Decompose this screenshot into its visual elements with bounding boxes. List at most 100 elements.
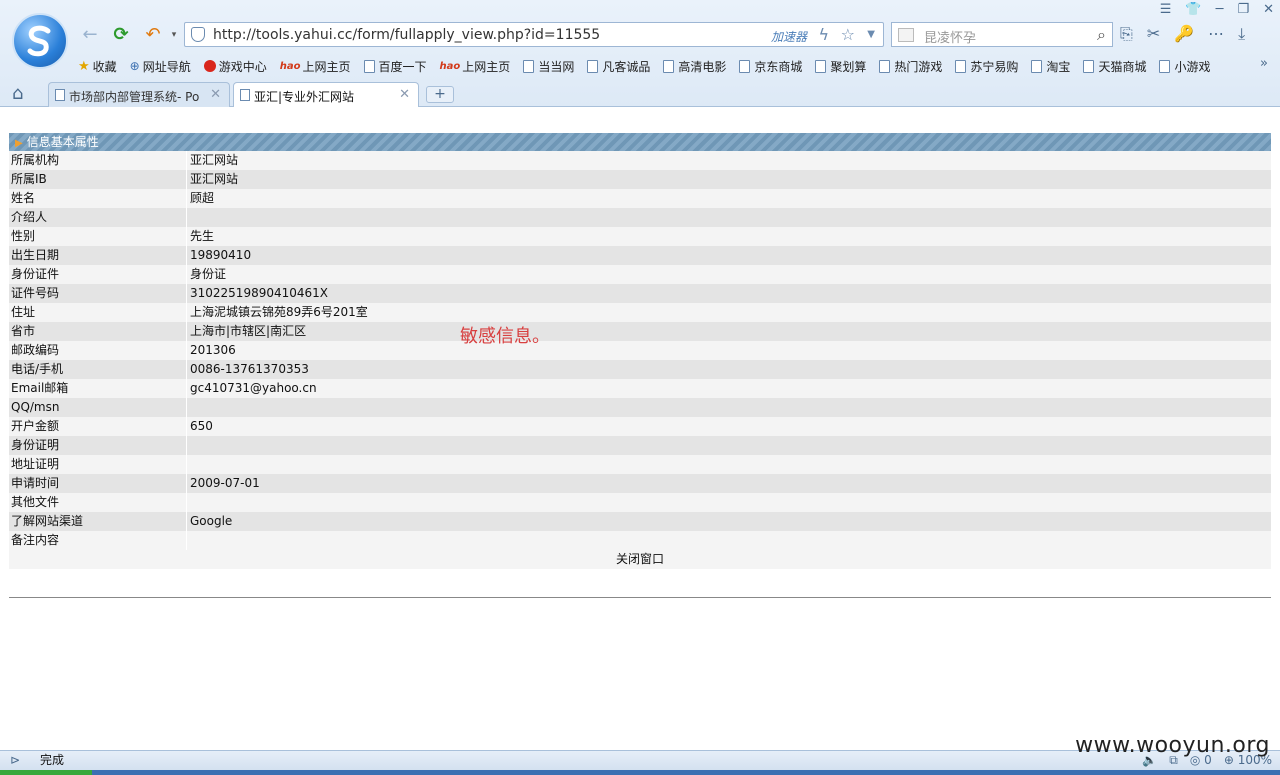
page-icon: [523, 59, 535, 73]
address-bar[interactable]: http://tools.yahui.cc/form/fullapply_vie…: [184, 22, 884, 47]
favorite-item[interactable]: 凡客诚品: [587, 56, 650, 76]
tab-yahui[interactable]: 亚汇|专业外汇网站 ✕: [233, 82, 419, 107]
url-text[interactable]: http://tools.yahui.cc/form/fullapply_vie…: [213, 27, 600, 43]
close-tab-icon[interactable]: ✕: [210, 87, 221, 102]
tab-management-system[interactable]: 市场部内部管理系统- Po ✕: [48, 82, 230, 107]
start-button[interactable]: [0, 770, 92, 775]
page-icon: [240, 89, 250, 101]
field-value: [186, 493, 1271, 512]
info-row: 申请时间 2009-07-01: [9, 474, 1271, 493]
favorite-item[interactable]: 当当网: [523, 56, 574, 76]
favorite-item[interactable]: 天猫商城: [1083, 56, 1146, 76]
favorite-label: 聚划算: [830, 59, 867, 74]
info-row: 所属机构 亚汇网站: [9, 151, 1271, 170]
info-row: 姓名 顾超: [9, 189, 1271, 208]
accelerator-label[interactable]: 加速器: [771, 28, 807, 45]
page-icon: [363, 59, 375, 73]
favorites-bar: ★ 收藏 ⊕ 网址导航 游戏中心 hao 上网主页 百度一下 hao 上网主页 当当网 凡客诚品 高清电…: [78, 56, 1223, 76]
field-label: 出生日期: [11, 248, 60, 262]
favorite-label: 热门游戏: [894, 59, 943, 74]
field-label: 电话/手机: [11, 362, 64, 376]
favorite-item[interactable]: 京东商城: [739, 56, 802, 76]
page-icon: [55, 89, 65, 101]
favorite-label: 网址导航: [142, 59, 191, 74]
game-icon: [203, 60, 216, 72]
search-engine-icon[interactable]: [898, 28, 914, 42]
field-label: 开户金额: [11, 419, 60, 433]
favorite-star-icon[interactable]: ☆: [841, 25, 855, 44]
favorite-item[interactable]: 淘宝: [1031, 56, 1070, 76]
field-label: 所属IB: [11, 172, 47, 186]
field-value: 亚汇网站: [186, 151, 1271, 170]
search-icon[interactable]: ⌕: [1097, 25, 1106, 45]
favorite-item[interactable]: 聚划算: [815, 56, 866, 76]
favorite-item[interactable]: hao 上网主页: [440, 56, 511, 76]
watermark: www.wooyun.org: [1075, 733, 1270, 758]
info-row: 所属IB 亚汇网站: [9, 170, 1271, 189]
favorite-item[interactable]: ★ 收藏: [78, 56, 117, 76]
new-tab-button[interactable]: +: [426, 86, 454, 103]
favorite-item[interactable]: 小游戏: [1159, 56, 1210, 76]
key-icon[interactable]: 🔑: [1174, 24, 1194, 44]
browser-chrome: ☰ 👕 ─ ❐ ✕ ← ⟳ ↶ ▾ http://tools.yahui.cc/…: [0, 0, 1280, 107]
field-label: 申请时间: [11, 476, 60, 490]
favorite-item[interactable]: ⊕ 网址导航: [130, 56, 191, 76]
star-icon: ★: [78, 58, 90, 74]
favorite-item[interactable]: 游戏中心: [203, 56, 267, 76]
field-label: 省市: [11, 324, 36, 338]
download-icon[interactable]: ⤓: [1238, 24, 1245, 44]
info-row: 身份证明: [9, 436, 1271, 455]
menu-icon[interactable]: ☰: [1160, 2, 1172, 17]
sidebar-icon[interactable]: ⎘: [1120, 24, 1133, 44]
close-tab-icon[interactable]: ✕: [399, 87, 410, 102]
lightning-icon[interactable]: ϟ: [818, 25, 829, 44]
panel-title: 信息基本属性: [26, 135, 99, 149]
info-row: 身份证件 身份证: [9, 265, 1271, 284]
status-text: 完成: [40, 753, 65, 767]
address-dropdown-icon[interactable]: ▼: [867, 29, 875, 40]
favorite-item[interactable]: 热门游戏: [879, 56, 942, 76]
restore-icon[interactable]: ❐: [1237, 2, 1249, 17]
field-label: 住址: [11, 305, 36, 319]
search-input[interactable]: 昆凌怀孕: [924, 27, 976, 46]
triangle-icon: ▶: [15, 138, 23, 149]
undo-dropdown-icon[interactable]: ▾: [163, 24, 185, 46]
refresh-icon[interactable]: ⟳: [110, 24, 132, 46]
field-value: 0086-13761370353: [186, 360, 1271, 379]
scissors-icon[interactable]: ✂: [1147, 24, 1160, 44]
field-value: 650: [186, 417, 1271, 436]
back-icon[interactable]: ←: [79, 24, 101, 46]
field-label: 身份证明: [11, 438, 60, 452]
minimize-icon[interactable]: ─: [1216, 2, 1224, 17]
security-shield-icon: [191, 27, 205, 42]
info-row: 介绍人: [9, 208, 1271, 227]
search-box[interactable]: 昆凌怀孕 ⌕: [891, 22, 1113, 47]
favorites-more-icon[interactable]: »: [1260, 56, 1268, 71]
browser-logo-icon[interactable]: [12, 13, 68, 69]
close-window-icon[interactable]: ✕: [1263, 2, 1274, 17]
undo-icon[interactable]: ↶: [142, 24, 164, 46]
close-window-link[interactable]: 关闭窗口: [616, 552, 664, 566]
field-label: 介绍人: [11, 210, 48, 224]
status-toggle-icon[interactable]: ⊳: [10, 751, 20, 770]
page-icon: [879, 59, 891, 73]
page-icon: [1083, 59, 1095, 73]
field-label: 性别: [11, 229, 36, 243]
favorite-label: 当当网: [538, 59, 575, 74]
field-value: 身份证: [186, 265, 1271, 284]
favorite-item[interactable]: hao 上网主页: [280, 56, 351, 76]
favorite-item[interactable]: 百度一下: [363, 56, 427, 76]
info-row: QQ/msn: [9, 398, 1271, 417]
favorite-item[interactable]: 苏宁易购: [955, 56, 1018, 76]
close-row: 关闭窗口: [9, 550, 1271, 569]
page-icon: [815, 59, 827, 73]
info-row: 其他文件: [9, 493, 1271, 512]
skin-icon[interactable]: 👕: [1185, 2, 1201, 17]
page-icon: [1031, 59, 1043, 73]
field-label: 所属机构: [11, 153, 60, 167]
favorite-item[interactable]: 高清电影: [663, 56, 726, 76]
info-row: 性别 先生: [9, 227, 1271, 246]
home-icon[interactable]: ⌂: [12, 83, 23, 104]
field-value: [186, 531, 1271, 550]
more-icon[interactable]: ⋯: [1208, 24, 1224, 44]
